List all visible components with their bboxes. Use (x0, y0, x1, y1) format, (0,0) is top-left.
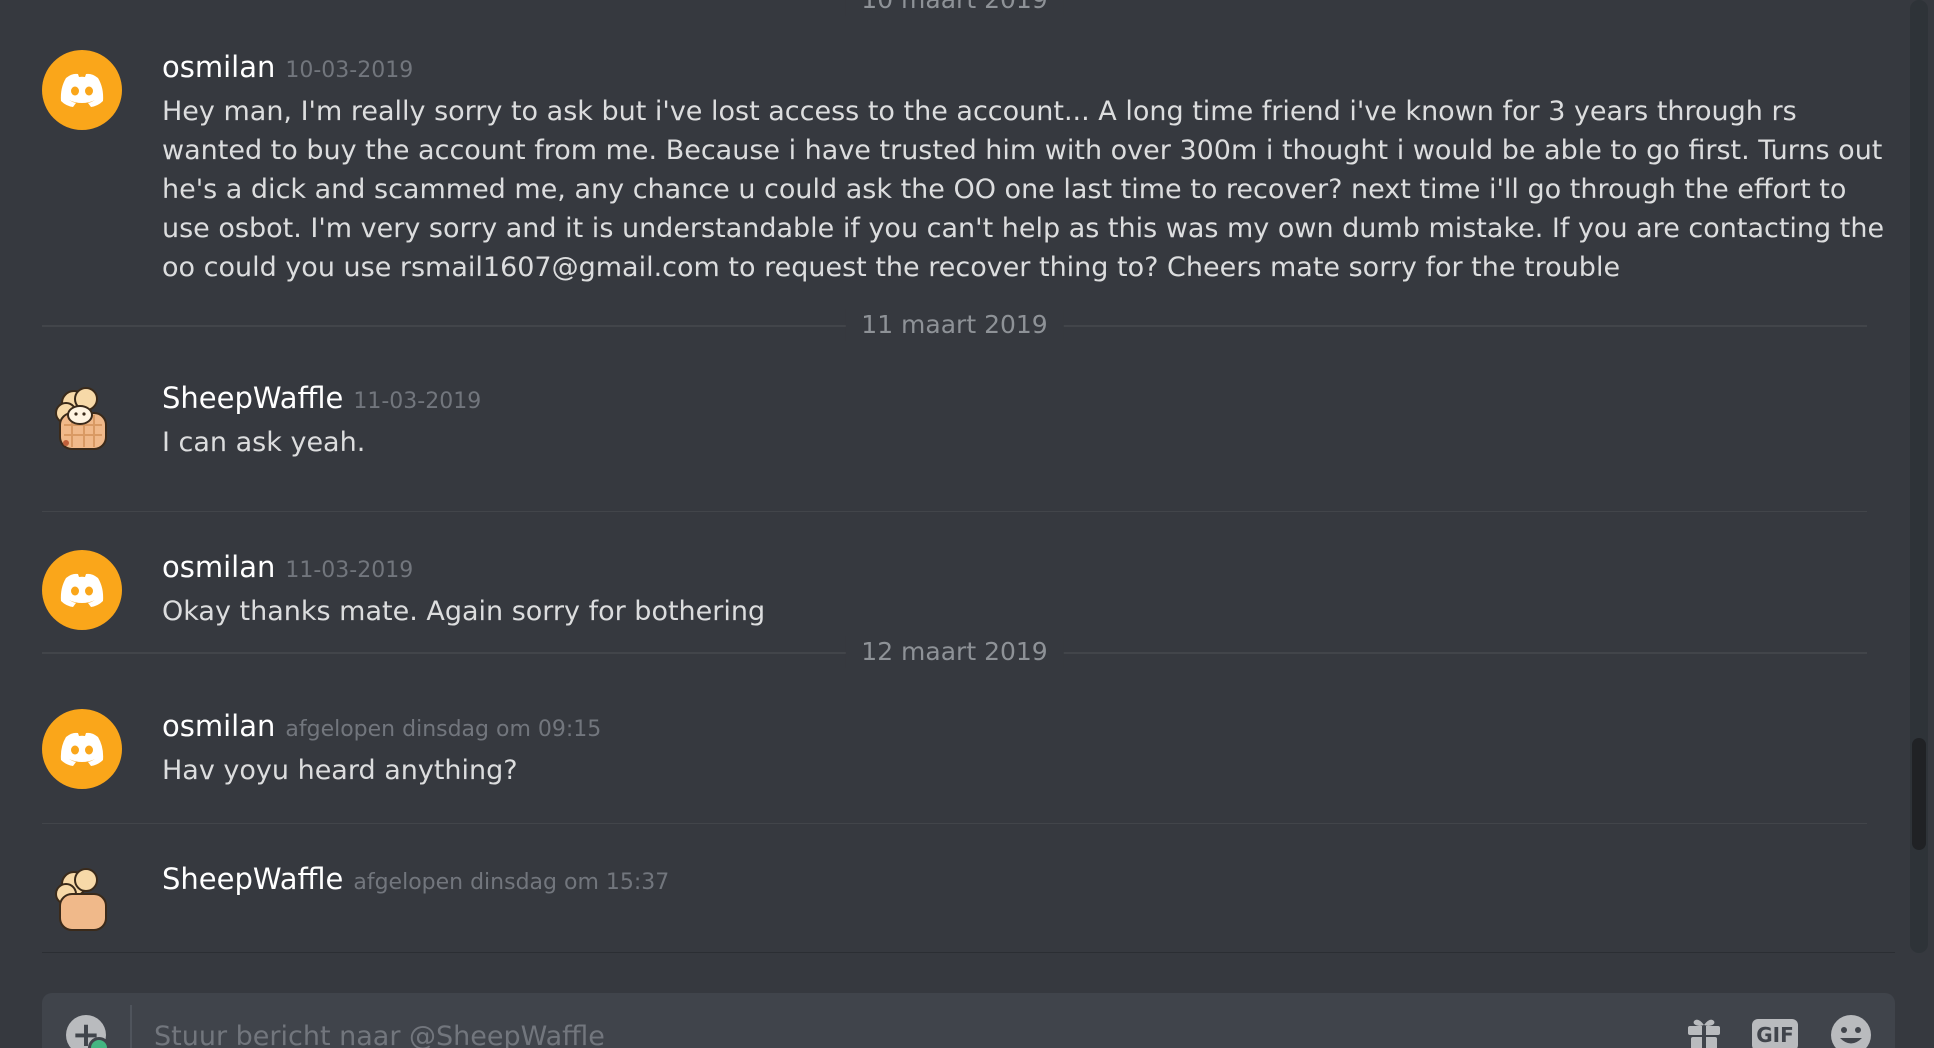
upload-badge (88, 1037, 110, 1048)
message-item: SheepWaffle 11-03-2019 I can ask yeah. (0, 381, 1910, 481)
avatar[interactable] (42, 50, 122, 130)
composer-divider (130, 1005, 132, 1048)
message-timestamp: afgelopen dinsdag om 15:37 (353, 870, 670, 895)
username[interactable]: SheepWaffle (162, 381, 343, 415)
message-separator (42, 511, 1867, 512)
avatar[interactable] (42, 550, 122, 630)
gif-button[interactable]: GIF (1750, 1013, 1800, 1048)
username[interactable]: osmilan (162, 50, 275, 84)
avatar[interactable] (42, 381, 122, 461)
message-text: Hey man, I'm really sorry to ask but i'v… (162, 96, 1885, 283)
message-item: osmilan 11-03-2019 Okay thanks mate. Aga… (0, 550, 1910, 650)
sheep-waffle-icon (55, 387, 107, 450)
message-item: osmilan afgelopen dinsdag om 09:15 Hav y… (0, 709, 1910, 809)
emoji-button[interactable] (1827, 1013, 1875, 1048)
dm-chat-window: 10 maart 2019 osmilan 10-03-2019 Hey man… (0, 0, 1934, 1048)
avatar[interactable] (42, 862, 122, 942)
date-divider: 11 maart 2019 (42, 309, 1867, 341)
message-separator (42, 823, 1867, 824)
message-item: SheepWaffle afgelopen dinsdag om 15:37 (0, 862, 1910, 953)
date-divider: 10 maart 2019 (42, 0, 1867, 16)
username[interactable]: osmilan (162, 550, 275, 584)
gif-icon: GIF (1752, 1019, 1798, 1048)
date-divider-label: 12 maart 2019 (845, 636, 1064, 668)
username[interactable]: SheepWaffle (162, 862, 343, 896)
sheep-waffle-icon (55, 868, 107, 931)
avatar[interactable] (42, 709, 122, 789)
emoji-smile-icon (1831, 1015, 1871, 1048)
username[interactable]: osmilan (162, 709, 275, 743)
scrollbar-thumb[interactable] (1912, 738, 1926, 850)
message-item: osmilan 10-03-2019 Hey man, I'm really s… (0, 50, 1910, 287)
message-composer: + GIF (42, 993, 1895, 1048)
message-timestamp: 11-03-2019 (285, 558, 414, 583)
date-divider: 12 maart 2019 (42, 636, 1867, 668)
message-list[interactable]: 10 maart 2019 osmilan 10-03-2019 Hey man… (0, 0, 1910, 953)
discord-logo-icon (60, 732, 104, 766)
discord-logo-icon (60, 573, 104, 607)
message-text: Hav yoyu heard anything? (162, 755, 518, 786)
gift-button[interactable] (1682, 1013, 1726, 1048)
message-timestamp: 11-03-2019 (353, 389, 482, 414)
message-text: I can ask yeah. (162, 427, 366, 458)
message-text: Okay thanks mate. Again sorry for bother… (162, 596, 766, 627)
message-timestamp: afgelopen dinsdag om 09:15 (285, 717, 602, 742)
date-divider-label: 11 maart 2019 (845, 309, 1064, 341)
message-list-bottom-border (42, 952, 1895, 953)
message-input[interactable] (152, 1013, 1656, 1048)
gift-icon (1688, 1019, 1720, 1048)
message-timestamp: 10-03-2019 (285, 58, 414, 83)
discord-logo-icon (60, 73, 104, 107)
upload-button[interactable]: + (66, 1015, 110, 1048)
date-divider-label: 10 maart 2019 (845, 0, 1064, 16)
